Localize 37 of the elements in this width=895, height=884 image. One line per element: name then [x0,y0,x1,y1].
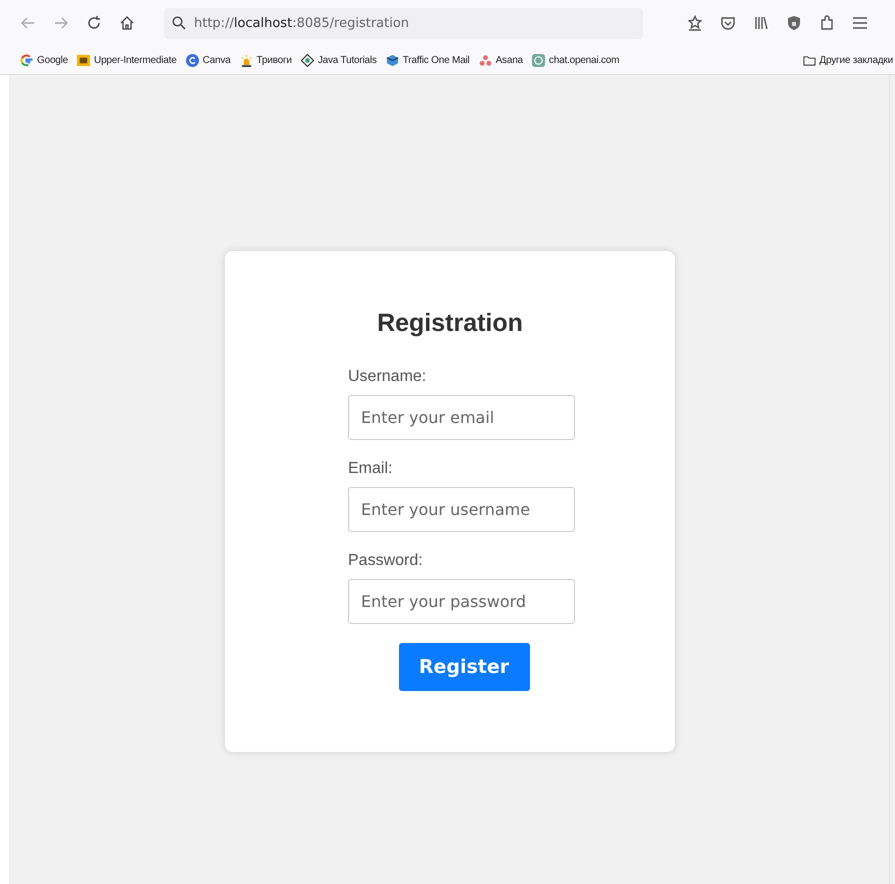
input-field[interactable]: Enter your password [348,579,575,624]
field-label: Email: [348,460,394,478]
input-field[interactable]: Enter your username [348,487,575,532]
cube-icon [386,54,399,66]
menu-icon[interactable] [852,15,868,31]
puzzle-icon[interactable] [819,15,835,31]
field-label: Username: [348,368,428,386]
bookmark-link[interactable]: Java Tutorials [318,54,377,66]
register-button[interactable]: Register [398,643,530,691]
bookmark-link[interactable]: Upper-Intermediate [94,54,177,66]
bookmark-link[interactable]: chat.openai.com [548,54,620,66]
input-field[interactable]: Enter your email [348,395,575,440]
book-icon [77,54,90,66]
bookmark-link[interactable]: Traffic One Mail [402,54,470,66]
search-icon [172,16,186,30]
shield-icon[interactable] [786,15,802,31]
circle-logo-icon [186,54,199,66]
library-icon[interactable] [753,15,769,31]
bookmark-link[interactable]: Asana [496,54,523,66]
pocket-icon[interactable] [720,15,736,31]
star-icon[interactable] [687,15,703,31]
url-text: http://localhost:8085/registration [194,16,410,30]
field-label: Password: [348,552,424,570]
home-icon[interactable] [119,15,135,31]
dots-icon [478,54,492,66]
diamond-icon [300,54,314,66]
folder-icon [803,54,816,66]
form-title: Registration [376,309,524,338]
knot-icon [532,54,545,66]
reload-icon[interactable] [86,15,102,31]
siren-icon [240,54,253,66]
bookmark-link[interactable]: Тривоги [256,54,292,66]
google-icon [20,54,33,66]
bookmark-link[interactable]: Canva [202,54,231,66]
bookmark-folder[interactable]: Другие закладки [819,54,893,66]
address-bar[interactable]: http://localhost:8085/registration [164,8,643,38]
bookmark-link[interactable]: Google [37,54,68,66]
